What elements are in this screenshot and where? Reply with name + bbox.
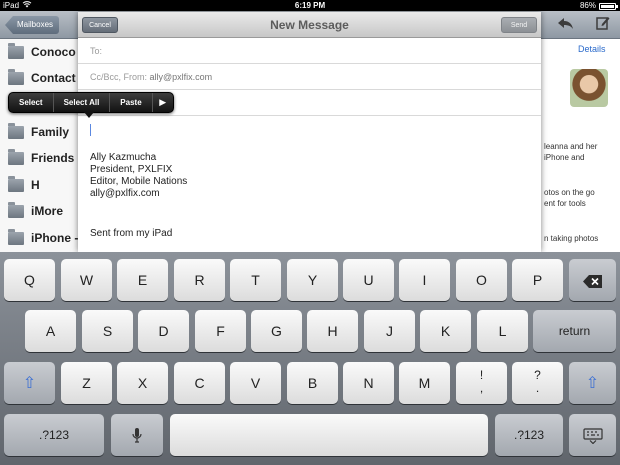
details-link[interactable]: Details (578, 44, 606, 54)
sent-from-line: Sent from my iPad (90, 228, 173, 239)
cancel-button[interactable]: Cancel (82, 17, 118, 33)
folder-icon (8, 148, 24, 165)
key-g[interactable]: G (251, 310, 302, 352)
compose-sheet: New Message Cancel Send To: Cc/Bcc, From… (78, 12, 541, 252)
dictation-key[interactable] (111, 414, 163, 456)
backspace-key[interactable] (569, 259, 616, 301)
message-snippet: n taking photos (544, 234, 599, 243)
menu-item-select[interactable]: Select (9, 93, 54, 112)
message-snippet: otos on the go (544, 188, 595, 197)
folder-label: Contact (31, 71, 76, 85)
key-h[interactable]: H (307, 310, 358, 352)
key-a[interactable]: A (25, 310, 76, 352)
key-e[interactable]: E (117, 259, 168, 301)
microphone-icon (132, 427, 142, 443)
key-c[interactable]: C (174, 362, 225, 404)
backspace-icon (582, 272, 603, 288)
shift-icon: ⇧ (585, 375, 600, 392)
mailboxes-back-button[interactable]: Mailboxes (5, 16, 60, 34)
compose-title: New Message (270, 18, 349, 32)
return-key[interactable]: return (533, 310, 616, 352)
message-body[interactable]: Ally Kazmucha President, PXLFIX Editor, … (78, 118, 541, 252)
key-s[interactable]: S (82, 310, 133, 352)
popover-pointer (84, 112, 94, 118)
key-w[interactable]: W (61, 259, 112, 301)
key-n[interactable]: N (343, 362, 394, 404)
battery-percent: 86% (579, 1, 596, 10)
send-button[interactable]: Send (501, 17, 537, 33)
key-u[interactable]: U (343, 259, 394, 301)
signature-line: ally@pxlfix.com (90, 188, 160, 199)
folder-label: Family (31, 125, 70, 139)
menu-item-paste[interactable]: Paste (110, 93, 153, 112)
menu-item-select-all[interactable]: Select All (54, 93, 111, 112)
folder-icon (8, 228, 24, 245)
folder-icon (8, 122, 24, 139)
to-label: To: (90, 46, 103, 56)
folder-label: Friends (31, 151, 75, 165)
signature-line: Editor, Mobile Nations (90, 176, 188, 187)
cc-bcc-from-field[interactable]: Cc/Bcc, From: ally@pxlfix.com (78, 64, 541, 90)
key-bottom-char: , (479, 381, 484, 395)
key-f[interactable]: F (195, 310, 246, 352)
key-question-period[interactable]: ? . (512, 362, 563, 404)
numbers-key-right[interactable]: .?123 (495, 414, 563, 456)
play-arrow-icon[interactable]: ▶ (153, 93, 173, 112)
compose-toolbar: New Message Cancel Send (78, 12, 541, 38)
folder-icon (8, 175, 24, 192)
shift-icon: ⇧ (22, 375, 37, 392)
reply-icon[interactable] (557, 16, 575, 34)
cc-bcc-from-label: Cc/Bcc, From: (90, 72, 148, 82)
key-v[interactable]: V (230, 362, 281, 404)
key-bottom-char: . (535, 381, 540, 395)
key-k[interactable]: K (420, 310, 471, 352)
key-r[interactable]: R (174, 259, 225, 301)
numbers-key-left[interactable]: .?123 (4, 414, 104, 456)
from-value: ally@pxlfix.com (149, 72, 213, 82)
key-j[interactable]: J (364, 310, 415, 352)
folder-icon (8, 42, 24, 59)
key-i[interactable]: I (399, 259, 450, 301)
message-detail-pane: Details leanna and her iPhone and otos o… (540, 39, 620, 252)
key-z[interactable]: Z (61, 362, 112, 404)
signature-line: Ally Kazmucha (90, 152, 157, 163)
shift-key-left[interactable]: ⇧ (4, 362, 55, 404)
dismiss-keyboard-key[interactable] (569, 414, 616, 456)
folder-label: Conoco (31, 45, 76, 59)
key-p[interactable]: P (512, 259, 563, 301)
folder-label: H (31, 178, 40, 192)
status-time: 6:19 PM (294, 1, 326, 10)
folder-label: iMore (31, 204, 64, 218)
key-d[interactable]: D (138, 310, 189, 352)
key-y[interactable]: Y (287, 259, 338, 301)
avatar (570, 69, 608, 107)
key-l[interactable]: L (477, 310, 528, 352)
folder-label: iPhone - (31, 231, 79, 245)
key-x[interactable]: X (117, 362, 168, 404)
edit-menu-popover: Select Select All Paste ▶ (8, 92, 174, 113)
key-b[interactable]: B (287, 362, 338, 404)
compose-icon[interactable] (594, 16, 612, 34)
to-field[interactable]: To: (78, 38, 541, 64)
battery-icon (599, 3, 618, 10)
message-snippet: leanna and her (544, 142, 598, 151)
message-snippet: iPhone and (544, 153, 585, 162)
folder-icon (8, 201, 24, 218)
key-o[interactable]: O (456, 259, 507, 301)
key-t[interactable]: T (230, 259, 281, 301)
status-bar: iPad 6:19 PM 86% (0, 0, 620, 11)
keyboard-dismiss-icon (582, 427, 603, 445)
folder-icon (8, 68, 24, 85)
shift-key-right[interactable]: ⇧ (569, 362, 616, 404)
key-q[interactable]: Q (4, 259, 55, 301)
text-cursor (90, 124, 91, 136)
space-bar[interactable] (170, 414, 488, 456)
signature-line: President, PXLFIX (90, 164, 173, 175)
onscreen-keyboard: Q W E R T Y U I O P A S D F G H J K L re… (0, 252, 620, 465)
mailbox-list: Conoco Contact Family Friends H iMore iP… (0, 39, 80, 252)
key-exclaim-comma[interactable]: ! , (456, 362, 507, 404)
key-m[interactable]: M (399, 362, 450, 404)
message-snippet: ent for tools (544, 199, 586, 208)
